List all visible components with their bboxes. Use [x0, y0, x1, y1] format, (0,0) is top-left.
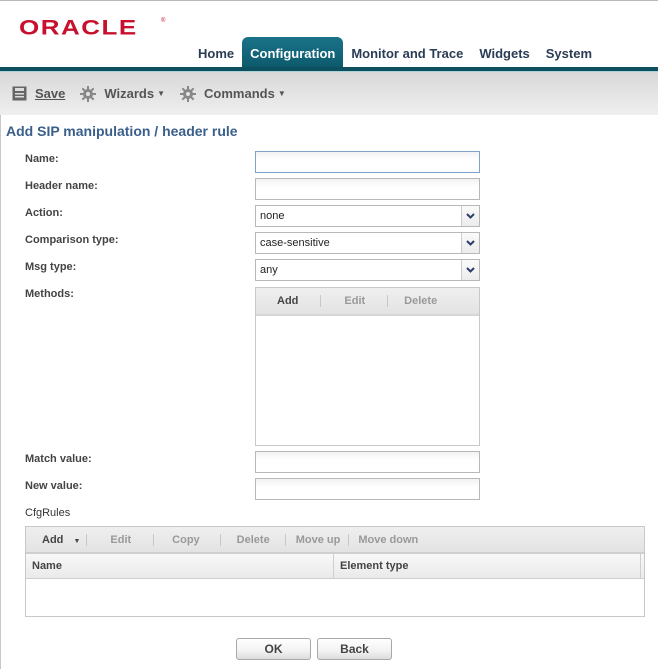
cfg-move-down-button[interactable]: Move down	[358, 534, 418, 546]
commands-menu-button[interactable]: Commands ▼	[180, 85, 286, 102]
gear-icon	[80, 85, 97, 102]
wizards-label: Wizards	[104, 86, 155, 101]
window-top-border	[0, 0, 658, 1]
cfg-move-up-button[interactable]: Move up	[296, 534, 341, 546]
methods-edit-button[interactable]: Edit	[344, 295, 365, 307]
name-input[interactable]	[255, 151, 480, 173]
comparison-type-select[interactable]: case-sensitive	[255, 232, 480, 254]
methods-add-button[interactable]: Add	[277, 295, 298, 307]
ok-button[interactable]: OK	[236, 638, 311, 660]
tab-monitor-and-trace[interactable]: Monitor and Trace	[343, 37, 471, 67]
methods-label: Methods:	[25, 288, 74, 300]
back-button[interactable]: Back	[317, 638, 392, 660]
action-label: Action:	[25, 207, 63, 219]
cfg-delete-button[interactable]: Delete	[237, 534, 270, 546]
wizards-menu-button[interactable]: Wizards ▼	[80, 85, 166, 102]
divider	[348, 533, 350, 546]
cfg-edit-button[interactable]: Edit	[110, 534, 131, 546]
chevron-down-icon: ▼	[157, 89, 166, 98]
cfg-rules-table: Add ▼ Edit Copy Delete Move up Move down…	[25, 526, 645, 617]
logo-text: ORACLE	[19, 15, 138, 40]
main-nav: Home Configuration Monitor and Trace Wid…	[190, 37, 600, 67]
chevron-down-icon[interactable]	[461, 233, 479, 253]
name-label: Name:	[25, 153, 59, 165]
cfg-add-label: Add	[42, 533, 64, 546]
msg-type-label: Msg type:	[25, 261, 77, 273]
divider	[284, 533, 286, 546]
comparison-type-label: Comparison type:	[25, 234, 119, 246]
divider	[219, 533, 221, 546]
header-name-input[interactable]	[255, 178, 480, 200]
page-title: Add SIP manipulation / header rule	[6, 123, 238, 139]
cfg-add-button[interactable]: Add ▼	[42, 534, 80, 546]
match-value-label: Match value:	[25, 453, 92, 465]
methods-delete-button[interactable]: Delete	[404, 295, 437, 307]
oracle-logo: ORACLE ®	[19, 15, 165, 46]
msg-type-select[interactable]: any	[255, 259, 480, 281]
cfg-rules-label: CfgRules	[25, 507, 71, 519]
cfg-rules-toolbar: Add ▼ Edit Copy Delete Move up Move down	[26, 527, 644, 554]
comparison-type-value: case-sensitive	[260, 237, 330, 249]
save-button[interactable]: Save	[11, 86, 65, 102]
divider	[86, 533, 88, 546]
action-select[interactable]: none	[255, 205, 480, 227]
column-header-element-type[interactable]: Element type	[334, 554, 641, 578]
registered-mark: ®	[161, 18, 166, 24]
chevron-down-icon: ▼	[73, 537, 81, 545]
cfg-copy-button[interactable]: Copy	[172, 534, 200, 546]
methods-toolbar: Add Edit Delete	[256, 288, 479, 316]
toolbar: Save Wizards ▼ Commands ▼	[0, 72, 658, 115]
save-label: Save	[35, 86, 66, 101]
methods-list: Add Edit Delete	[255, 287, 480, 446]
tab-widgets[interactable]: Widgets	[471, 37, 537, 67]
content-left-border	[0, 115, 1, 669]
tab-system[interactable]: System	[538, 37, 600, 67]
chevron-down-icon[interactable]	[461, 260, 479, 280]
tab-configuration[interactable]: Configuration	[242, 37, 344, 67]
new-value-label: New value:	[25, 480, 83, 492]
header-name-label: Header name:	[25, 180, 98, 192]
divider	[387, 295, 389, 307]
gear-icon	[180, 85, 197, 102]
match-value-input[interactable]	[255, 451, 480, 473]
chevron-down-icon[interactable]	[461, 206, 479, 226]
action-value: none	[260, 210, 285, 222]
chevron-down-icon: ▼	[277, 89, 286, 98]
new-value-input[interactable]	[255, 478, 480, 500]
commands-label: Commands	[204, 86, 275, 101]
tab-home[interactable]: Home	[190, 37, 242, 67]
cfg-rules-header: Name Element type	[26, 554, 644, 579]
divider	[320, 295, 322, 307]
column-header-name[interactable]: Name	[26, 554, 334, 578]
save-icon	[11, 86, 27, 102]
msg-type-value: any	[260, 264, 278, 276]
divider	[153, 533, 155, 546]
